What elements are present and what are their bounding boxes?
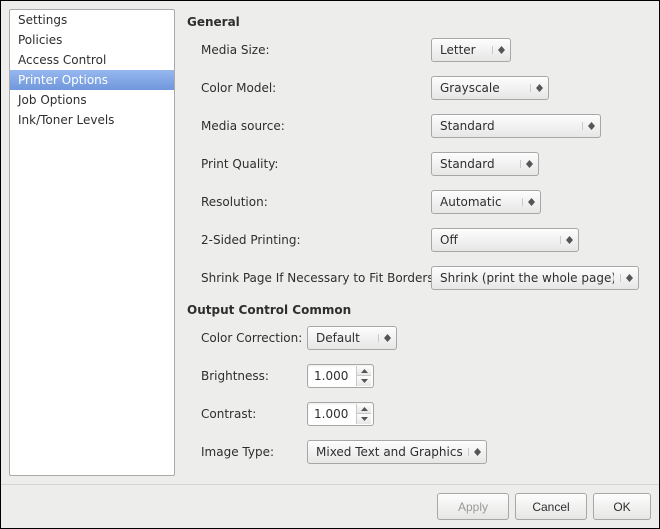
spinner-brightness[interactable]: 1.000 — [307, 364, 374, 388]
label-brightness: Brightness: — [201, 369, 307, 383]
spinner-buttons — [356, 366, 371, 386]
sidebar-item-ink-toner-levels[interactable]: Ink/Toner Levels — [10, 110, 174, 130]
label-resolution: Resolution: — [201, 195, 431, 209]
stepper-icon — [468, 448, 482, 456]
stepper-icon — [560, 236, 574, 244]
sidebar-item-label: Printer Options — [18, 73, 108, 87]
sidebar-item-label: Ink/Toner Levels — [18, 113, 114, 127]
stepper-icon — [492, 46, 506, 54]
spinner-value: 1.000 — [314, 407, 352, 421]
spinner-value: 1.000 — [314, 369, 352, 383]
spinner-up-icon[interactable] — [357, 366, 371, 376]
section-title-general: General — [187, 15, 645, 29]
select-value: Off — [440, 233, 554, 247]
ok-button[interactable]: OK — [593, 493, 651, 520]
apply-button[interactable]: Apply — [437, 493, 509, 520]
sidebar-item-label: Policies — [18, 33, 62, 47]
sidebar-item-job-options[interactable]: Job Options — [10, 90, 174, 110]
select-shrink[interactable]: Shrink (print the whole page) — [431, 266, 639, 290]
label-color-model: Color Model: — [201, 81, 431, 95]
label-shrink: Shrink Page If Necessary to Fit Borders: — [201, 271, 431, 285]
spinner-up-icon[interactable] — [357, 404, 371, 414]
spinner-contrast[interactable]: 1.000 — [307, 402, 374, 426]
field-resolution: Resolution: Automatic — [201, 189, 645, 215]
field-shrink: Shrink Page If Necessary to Fit Borders:… — [201, 265, 645, 291]
label-two-sided: 2-Sided Printing: — [201, 233, 431, 247]
dialog-window: Settings Policies Access Control Printer… — [0, 0, 660, 529]
select-value: Grayscale — [440, 81, 524, 95]
select-color-model[interactable]: Grayscale — [431, 76, 549, 100]
field-brightness: Brightness: 1.000 — [201, 363, 645, 389]
main-panel: General Media Size: Letter Color Model: … — [183, 9, 651, 476]
field-media-source: Media source: Standard — [201, 113, 645, 139]
select-value: Standard — [440, 119, 576, 133]
select-value: Standard — [440, 157, 514, 171]
label-print-quality: Print Quality: — [201, 157, 431, 171]
stepper-icon — [522, 198, 536, 206]
sidebar-item-policies[interactable]: Policies — [10, 30, 174, 50]
select-value: Mixed Text and Graphics — [316, 445, 462, 459]
select-print-quality[interactable]: Standard — [431, 152, 539, 176]
content-area: Settings Policies Access Control Printer… — [1, 1, 659, 484]
select-value: Default — [316, 331, 372, 345]
sidebar-item-printer-options[interactable]: Printer Options — [10, 70, 174, 90]
label-media-source: Media source: — [201, 119, 431, 133]
select-image-type[interactable]: Mixed Text and Graphics — [307, 440, 487, 464]
select-two-sided[interactable]: Off — [431, 228, 579, 252]
label-contrast: Contrast: — [201, 407, 307, 421]
sidebar-container: Settings Policies Access Control Printer… — [9, 9, 175, 476]
stepper-icon — [582, 122, 596, 130]
sidebar-item-access-control[interactable]: Access Control — [10, 50, 174, 70]
select-color-correction[interactable]: Default — [307, 326, 397, 350]
sidebar-item-label: Access Control — [18, 53, 106, 67]
spinner-down-icon[interactable] — [357, 414, 371, 424]
stepper-icon — [520, 160, 534, 168]
select-value: Letter — [440, 43, 486, 57]
sidebar-item-settings[interactable]: Settings — [10, 10, 174, 30]
field-two-sided: 2-Sided Printing: Off — [201, 227, 645, 253]
field-print-quality: Print Quality: Standard — [201, 151, 645, 177]
field-color-correction: Color Correction: Default — [201, 325, 645, 351]
sidebar-item-label: Settings — [18, 13, 67, 27]
stepper-icon — [530, 84, 544, 92]
select-value: Shrink (print the whole page) — [440, 271, 614, 285]
label-color-correction: Color Correction: — [201, 331, 307, 345]
stepper-icon — [620, 274, 634, 282]
section-title-output: Output Control Common — [187, 303, 645, 317]
select-resolution[interactable]: Automatic — [431, 190, 541, 214]
select-media-size[interactable]: Letter — [431, 38, 511, 62]
stepper-icon — [378, 334, 392, 342]
cancel-button[interactable]: Cancel — [515, 493, 587, 520]
field-image-type: Image Type: Mixed Text and Graphics — [201, 439, 645, 465]
select-media-source[interactable]: Standard — [431, 114, 601, 138]
spinner-buttons — [356, 404, 371, 424]
field-media-size: Media Size: Letter — [201, 37, 645, 63]
dialog-footer: Apply Cancel OK — [1, 484, 659, 528]
field-contrast: Contrast: 1.000 — [201, 401, 645, 427]
spinner-down-icon[interactable] — [357, 376, 371, 386]
label-image-type: Image Type: — [201, 445, 307, 459]
label-media-size: Media Size: — [201, 43, 431, 57]
select-value: Automatic — [440, 195, 516, 209]
category-sidebar: Settings Policies Access Control Printer… — [9, 9, 175, 476]
sidebar-item-label: Job Options — [18, 93, 87, 107]
field-color-model: Color Model: Grayscale — [201, 75, 645, 101]
